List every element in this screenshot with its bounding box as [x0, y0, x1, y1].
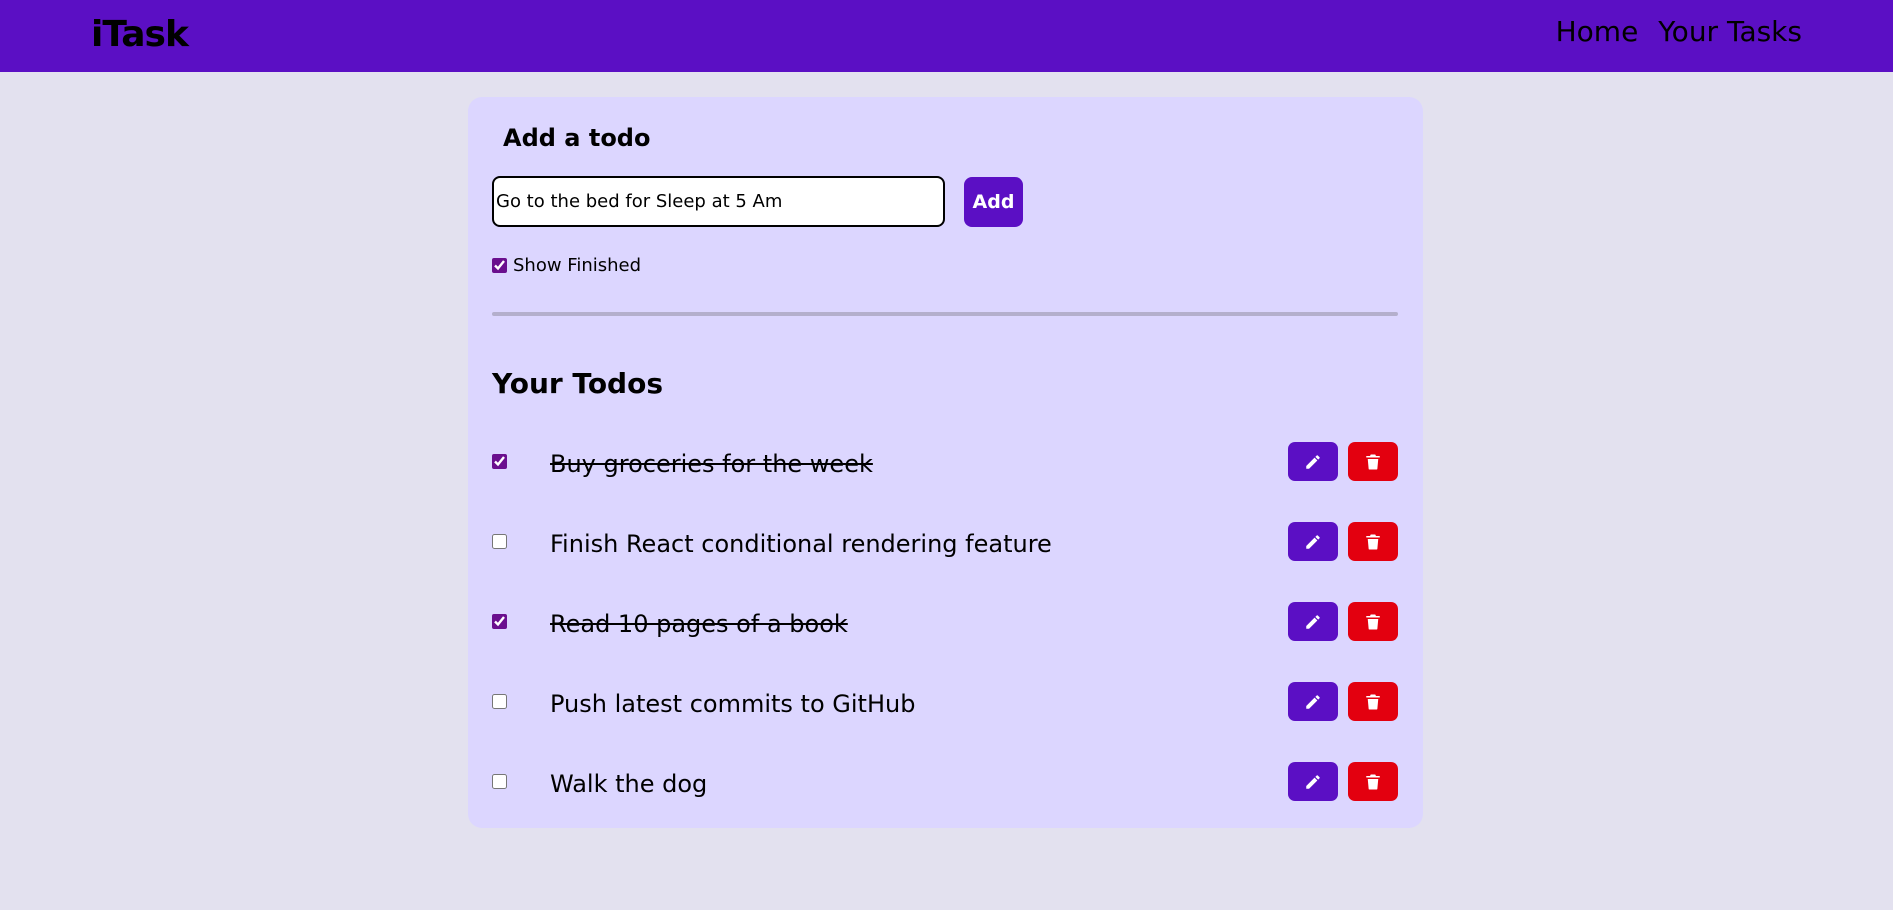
delete-button[interactable] [1348, 682, 1398, 721]
edit-button[interactable] [1288, 602, 1338, 641]
brand-logo[interactable]: iTask [91, 14, 189, 55]
nav-link-home[interactable]: Home [1556, 15, 1639, 48]
todo-item: Buy groceries for the week [492, 442, 1398, 522]
todo-item: Walk the dog [492, 762, 1398, 842]
delete-button[interactable] [1348, 762, 1398, 801]
edit-button[interactable] [1288, 762, 1338, 801]
edit-button[interactable] [1288, 442, 1338, 481]
todo-checkbox[interactable] [492, 534, 507, 549]
edit-button[interactable] [1288, 522, 1338, 561]
your-todos-heading: Your Todos [492, 367, 663, 400]
todo-item: Read 10 pages of a book [492, 602, 1398, 682]
delete-button[interactable] [1348, 522, 1398, 561]
todo-text: Buy groceries for the week [550, 450, 873, 478]
todo-text: Walk the dog [550, 770, 708, 798]
delete-button[interactable] [1348, 602, 1398, 641]
todo-checkbox[interactable] [492, 774, 507, 789]
pencil-icon [1306, 454, 1320, 469]
todo-list: Buy groceries for the week Finish React … [492, 442, 1398, 842]
todo-checkbox[interactable] [492, 454, 507, 469]
todo-text: Read 10 pages of a book [550, 610, 848, 638]
todo-text: Push latest commits to GitHub [550, 690, 916, 718]
todo-checkbox[interactable] [492, 694, 507, 709]
trash-icon [1366, 774, 1380, 789]
edit-button[interactable] [1288, 682, 1338, 721]
todo-item: Finish React conditional rendering featu… [492, 522, 1398, 602]
nav-links: Home Your Tasks [1556, 15, 1802, 48]
pencil-icon [1306, 694, 1320, 709]
trash-icon [1366, 694, 1380, 709]
pencil-icon [1306, 534, 1320, 549]
pencil-icon [1306, 774, 1320, 789]
show-finished-toggle[interactable]: Show Finished [492, 255, 641, 276]
todo-text: Finish React conditional rendering featu… [550, 530, 1052, 558]
nav-link-your-tasks[interactable]: Your Tasks [1658, 15, 1802, 48]
todo-input[interactable] [492, 176, 945, 227]
trash-icon [1366, 534, 1380, 549]
show-finished-label: Show Finished [513, 255, 642, 276]
todo-card: Add a todo Add Show Finished Your Todos … [468, 97, 1423, 828]
todo-checkbox[interactable] [492, 614, 507, 629]
trash-icon [1366, 614, 1380, 629]
add-button[interactable]: Add [964, 177, 1023, 227]
divider [492, 312, 1398, 316]
navbar: iTask Home Your Tasks [0, 0, 1893, 72]
add-todo-heading: Add a todo [503, 124, 651, 152]
delete-button[interactable] [1348, 442, 1398, 481]
trash-icon [1366, 454, 1380, 469]
show-finished-checkbox[interactable] [492, 258, 507, 273]
pencil-icon [1306, 614, 1320, 629]
todo-item: Push latest commits to GitHub [492, 682, 1398, 762]
